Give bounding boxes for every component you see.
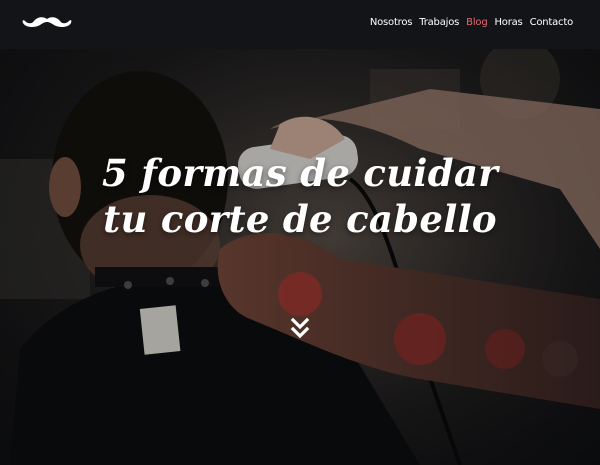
hero-title: 5 formas de cuidar tu corte de cabello xyxy=(0,150,600,242)
nav-link-blog[interactable]: Blog xyxy=(466,17,488,29)
hero-section: 5 formas de cuidar tu corte de cabello xyxy=(0,49,600,465)
top-navbar: Nosotros Trabajos Blog Horas Contacto xyxy=(0,0,600,49)
hero-title-line-2: tu corte de cabello xyxy=(103,196,497,241)
double-chevron-down-icon[interactable] xyxy=(289,317,311,341)
nav-link-horas[interactable]: Horas xyxy=(494,17,522,29)
hero-background-photo xyxy=(0,49,600,465)
hero-title-line-1: 5 formas de cuidar xyxy=(101,150,499,195)
mustache-icon[interactable] xyxy=(22,15,72,29)
main-nav: Nosotros Trabajos Blog Horas Contacto xyxy=(370,17,573,29)
nav-link-contacto[interactable]: Contacto xyxy=(530,17,574,29)
nav-link-nosotros[interactable]: Nosotros xyxy=(370,17,413,29)
nav-link-trabajos[interactable]: Trabajos xyxy=(419,17,459,29)
